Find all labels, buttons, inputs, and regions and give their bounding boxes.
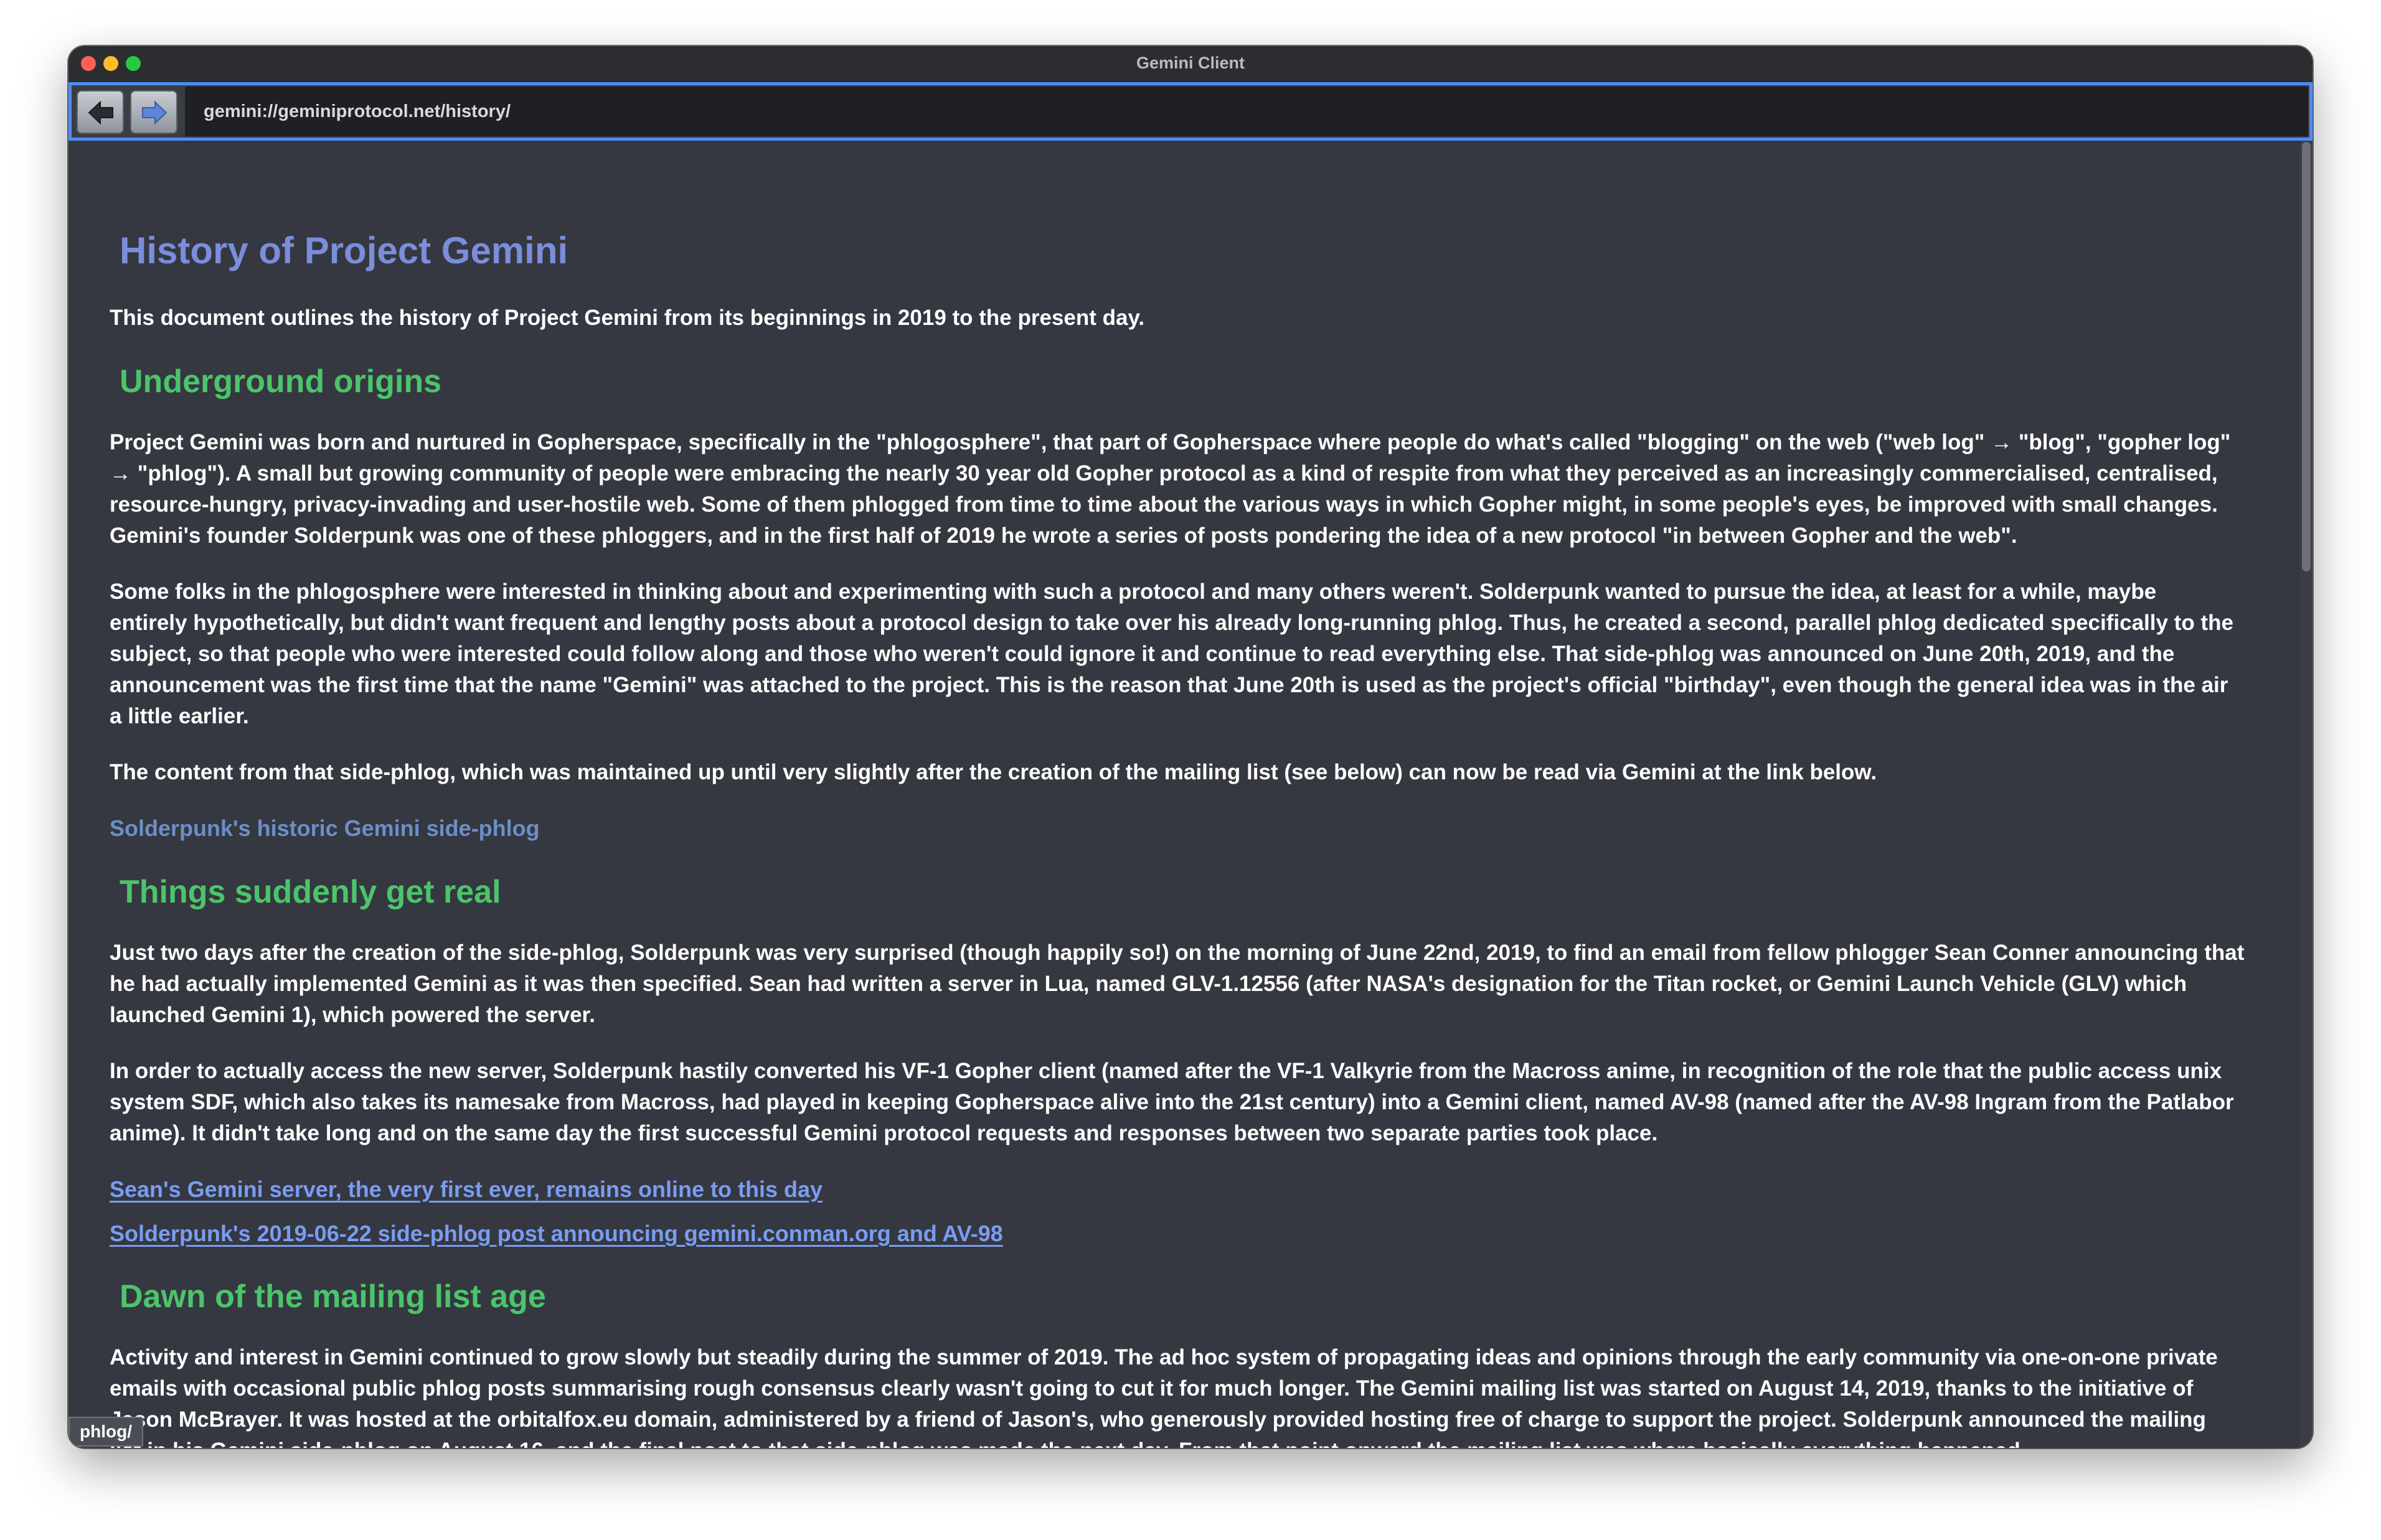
page-title: History of Project Gemini	[120, 230, 568, 271]
page-content[interactable]: History of Project Gemini This document …	[68, 141, 2300, 1448]
section-heading: Dawn of the mailing list age	[120, 1279, 546, 1315]
paragraph: Activity and interest in Gemini continue…	[110, 1345, 2218, 1448]
status-bar: phlog/	[68, 1417, 143, 1447]
paragraph: The content from that side-phlog, which …	[110, 760, 1877, 784]
paragraph: Project Gemini was born and nurtured in …	[110, 430, 2231, 548]
window-title: Gemini Client	[1136, 54, 1245, 72]
forward-button[interactable]	[130, 90, 177, 134]
intro-paragraph: This document outlines the history of Pr…	[110, 306, 1145, 330]
link-side-phlog-post[interactable]: Solderpunk's 2019-06-22 side-phlog post …	[110, 1218, 1003, 1249]
title-bar: Gemini Client	[68, 46, 2313, 82]
back-button[interactable]	[77, 90, 124, 134]
forward-arrow-icon	[142, 100, 167, 125]
url-text[interactable]: gemini://geminiprotocol.net/history/	[204, 101, 511, 122]
section-heading: Things suddenly get real	[120, 874, 501, 910]
toolbar: gemini://geminiprotocol.net/history/	[68, 82, 2313, 141]
vertical-scrollbar[interactable]	[2300, 141, 2313, 1448]
section-heading: Underground origins	[120, 364, 442, 400]
scrollbar-thumb[interactable]	[2302, 142, 2311, 571]
back-arrow-icon	[88, 100, 113, 125]
browser-window: Gemini Client gemini://geminiprotocol.ne…	[68, 46, 2313, 1448]
paragraph: In order to actually access the new serv…	[110, 1059, 2234, 1145]
paragraph: Some folks in the phlogosphere were inte…	[110, 580, 2233, 728]
paragraph: Just two days after the creation of the …	[110, 941, 2245, 1027]
url-bar[interactable]: gemini://geminiprotocol.net/history/	[185, 87, 2308, 136]
link-historic-side-phlog[interactable]: Solderpunk's historic Gemini side-phlog	[110, 813, 540, 844]
link-sean-gemini-server[interactable]: Sean's Gemini server, the very first eve…	[110, 1174, 823, 1205]
